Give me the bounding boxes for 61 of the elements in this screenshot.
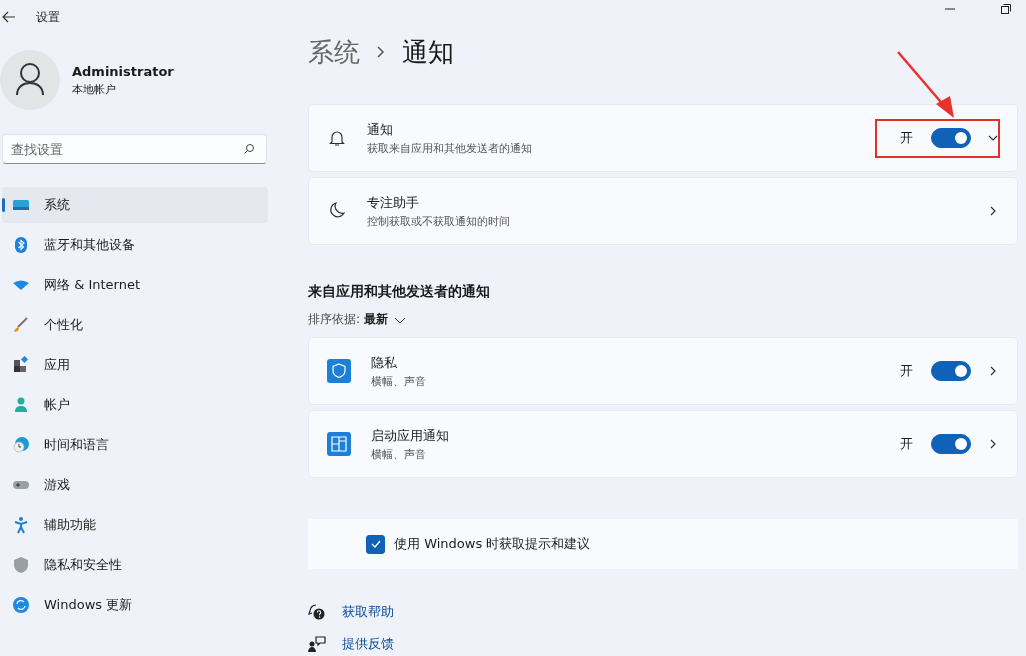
accessibility-icon [12, 516, 30, 534]
app-name: 隐私 [371, 353, 398, 372]
sidebar-item[interactable]: Windows 更新 [2, 587, 268, 623]
setting-description: 获取来自应用和其他发送者的通知 [367, 140, 533, 156]
app-description: 横幅、声音 [371, 373, 427, 389]
apps-icon [12, 356, 30, 374]
shield-icon [327, 359, 351, 383]
avatar-icon [0, 50, 60, 110]
toggle-switch[interactable] [931, 434, 971, 454]
setting-title: 通知 [367, 120, 394, 139]
sidebar-item[interactable]: 辅助功能 [2, 507, 268, 543]
sidebar-item[interactable]: 时间和语言 [2, 427, 268, 463]
checkbox-label[interactable]: 使用 Windows 时获取提示和建议 [394, 535, 591, 553]
sidebar-item[interactable]: 帐户 [2, 387, 268, 423]
sidebar-item[interactable]: 网络 & Internet [2, 267, 268, 303]
sort-label: 排序依据: [308, 311, 361, 328]
sidebar-item[interactable]: 蓝牙和其他设备 [2, 227, 268, 263]
toggle-state-label: 开 [900, 129, 913, 147]
setting-title: 专注助手 [367, 193, 420, 212]
toggle-switch[interactable] [931, 361, 971, 381]
setting-card[interactable]: 通知 获取来自应用和其他发送者的通知 开 [308, 104, 1018, 172]
feedback-link[interactable]: 提供反馈 [342, 635, 394, 653]
tiles-icon [327, 432, 351, 456]
search-icon[interactable] [243, 143, 255, 155]
maximize-icon[interactable] [1000, 3, 1012, 15]
app-card[interactable]: 隐私 横幅、声音 开 [308, 337, 1018, 405]
privacy-icon [12, 556, 30, 574]
sidebar-item[interactable]: 应用 [2, 347, 268, 383]
app-description: 横幅、声音 [371, 446, 427, 462]
account-type: 本地帐户 [72, 81, 117, 97]
setting-card[interactable]: 专注助手 控制获取或不获取通知的时间 [308, 177, 1018, 245]
toggle-switch[interactable] [931, 128, 971, 148]
sidebar-item[interactable]: 游戏 [2, 467, 268, 503]
breadcrumb-parent[interactable]: 系统 [308, 34, 360, 70]
bell-icon [327, 128, 347, 148]
bluetooth-icon [12, 236, 30, 254]
account-icon [12, 396, 30, 414]
chevron-right-icon [376, 45, 386, 59]
help-icon [308, 603, 326, 621]
app-name: 启动应用通知 [371, 426, 450, 445]
checkbox[interactable] [366, 534, 385, 554]
sidebar-item[interactable]: 系统 [2, 187, 268, 223]
section-heading: 来自应用和其他发送者的通知 [308, 283, 491, 301]
back-arrow-icon[interactable] [2, 11, 16, 23]
sort-dropdown[interactable]: 最新 [364, 311, 389, 328]
personalize-icon [12, 316, 30, 334]
update-icon [12, 596, 30, 614]
toggle-state-label: 开 [900, 435, 913, 453]
time-icon [12, 436, 30, 454]
page-title: 通知 [402, 35, 454, 69]
account-name: Administrator [72, 63, 174, 79]
sidebar-item[interactable]: 隐私和安全性 [2, 547, 268, 583]
toggle-state-label: 开 [900, 362, 913, 380]
setting-description: 控制获取或不获取通知的时间 [367, 213, 511, 229]
window-title: 设置 [36, 8, 60, 26]
sidebar-item[interactable]: 个性化 [2, 307, 268, 343]
help-link[interactable]: 获取帮助 [342, 603, 394, 621]
app-card[interactable]: 启动应用通知 横幅、声音 开 [308, 410, 1018, 478]
search-field[interactable]: 查找设置 [2, 134, 267, 164]
feedback-icon [308, 635, 326, 653]
checkmark-icon [369, 538, 382, 550]
